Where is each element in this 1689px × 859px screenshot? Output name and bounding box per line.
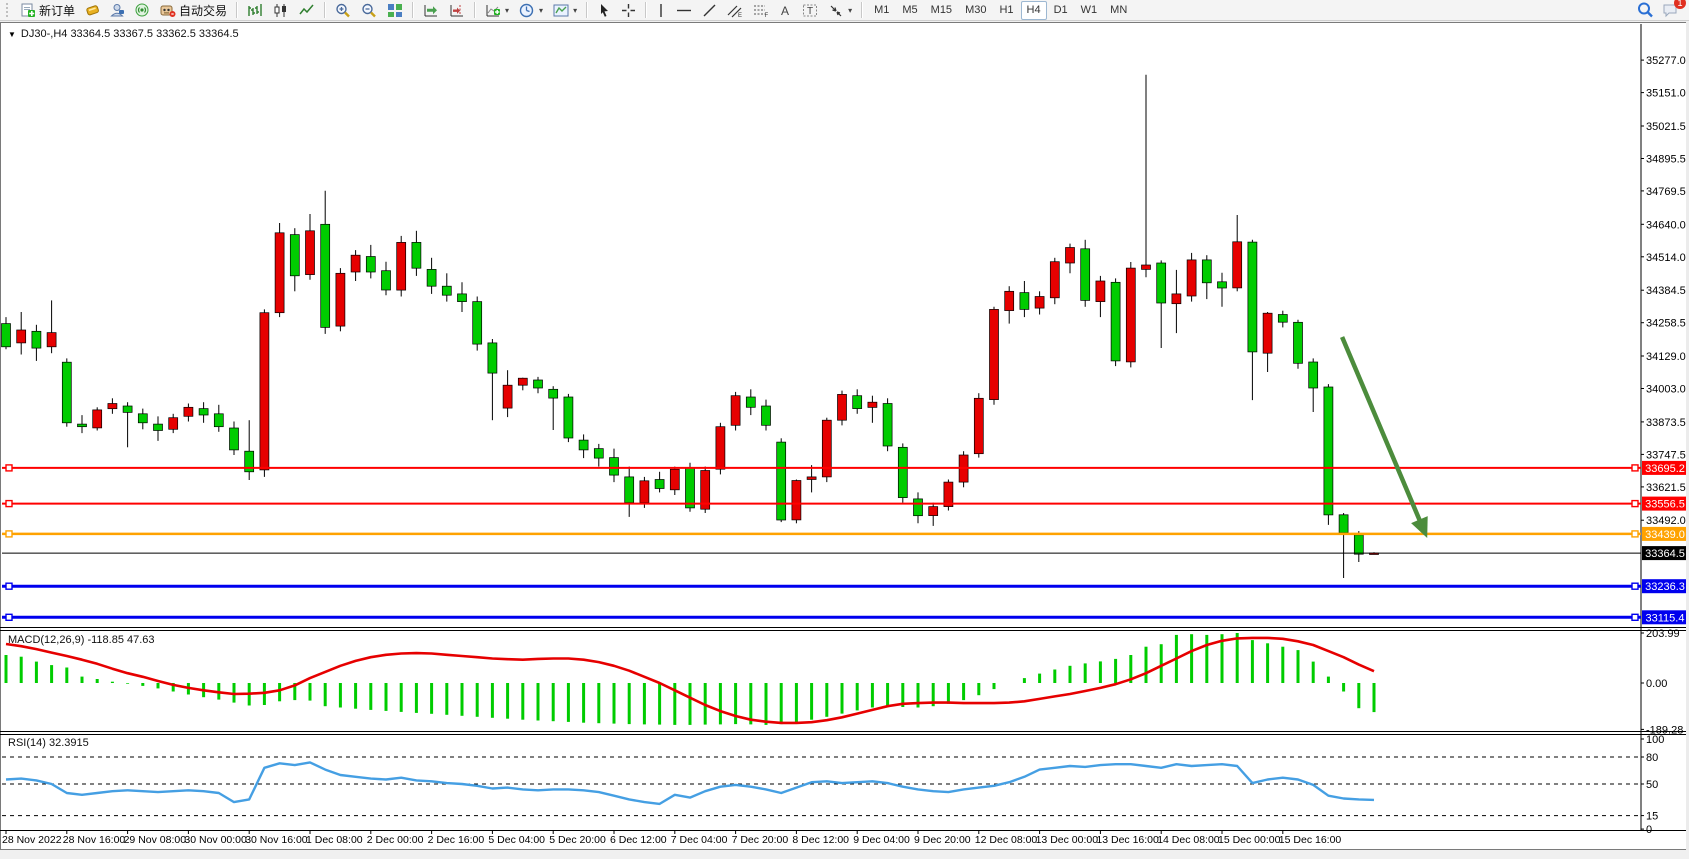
rsi-tick-label: 100 bbox=[1646, 734, 1664, 746]
hline-handle[interactable] bbox=[1632, 583, 1638, 589]
price-tick-label: 35277.0 bbox=[1646, 55, 1686, 67]
price-tick-label: 35151.0 bbox=[1646, 88, 1686, 100]
time-tick-label: 6 Dec 12:00 bbox=[610, 834, 667, 846]
hline-handle[interactable] bbox=[6, 583, 12, 589]
time-tick-label: 30 Nov 00:00 bbox=[184, 834, 247, 846]
time-tick-label: 12 Dec 08:00 bbox=[975, 834, 1038, 846]
candles-layer bbox=[2, 75, 1379, 578]
hline-handle[interactable] bbox=[1632, 501, 1638, 507]
time-tick-label: 5 Dec 04:00 bbox=[488, 834, 545, 846]
macd-tick-label: 203.99 bbox=[1646, 628, 1680, 640]
chart-title[interactable]: ▼ DJ30-,H4 33364.5 33367.5 33362.5 33364… bbox=[8, 28, 239, 40]
time-tick-label: 2 Dec 00:00 bbox=[367, 834, 424, 846]
time-tick-label: 29 Nov 08:00 bbox=[124, 834, 187, 846]
rsi-pane: 100 80 50 150 bbox=[2, 734, 1664, 836]
time-tick-label: 7 Dec 20:00 bbox=[732, 834, 789, 846]
rsi-tick-label: 15 bbox=[1646, 811, 1658, 823]
time-tick-label: 15 Dec 16:00 bbox=[1279, 834, 1342, 846]
hline-handle[interactable] bbox=[6, 614, 12, 620]
macd-tick-label: 0.00 bbox=[1646, 678, 1667, 690]
price-tick-label: 33492.0 bbox=[1646, 515, 1686, 527]
price-tick-label: 34003.0 bbox=[1646, 384, 1686, 396]
price-line-label: 33364.5 bbox=[1642, 546, 1688, 560]
hline-handle[interactable] bbox=[1632, 614, 1638, 620]
svg-text:33695.2: 33695.2 bbox=[1645, 463, 1685, 475]
time-tick-label: 30 Nov 16:00 bbox=[245, 834, 308, 846]
price-axis[interactable]: 35277.0 35151.0 35021.5 34895.5 34769.5 34640… bbox=[1641, 55, 1688, 624]
rsi-line bbox=[6, 762, 1374, 804]
chevron-down-icon: ▼ bbox=[8, 30, 16, 39]
hline-objects[interactable] bbox=[2, 465, 1641, 620]
hline-handle[interactable] bbox=[6, 501, 12, 507]
price-tick-label: 33621.5 bbox=[1646, 482, 1686, 494]
price-line-label: 33236.3 bbox=[1642, 579, 1688, 593]
price-line-label: 33556.5 bbox=[1642, 497, 1688, 511]
svg-text:33364.5: 33364.5 bbox=[1645, 548, 1685, 560]
time-tick-label: 28 Nov 16:00 bbox=[63, 834, 126, 846]
rsi-tick-label: 80 bbox=[1646, 752, 1658, 764]
price-line-label: 33695.2 bbox=[1642, 461, 1688, 475]
svg-text:33236.3: 33236.3 bbox=[1645, 581, 1685, 593]
time-tick-label: 14 Dec 08:00 bbox=[1157, 834, 1220, 846]
price-tick-label: 33873.5 bbox=[1646, 417, 1686, 429]
time-tick-label: 7 Dec 04:00 bbox=[671, 834, 728, 846]
time-tick-label: 8 Dec 12:00 bbox=[792, 834, 849, 846]
svg-text:33115.4: 33115.4 bbox=[1646, 612, 1685, 624]
rsi-tick-label: 50 bbox=[1646, 779, 1658, 791]
price-tick-label: 35021.5 bbox=[1646, 121, 1686, 133]
price-tick-label: 34258.5 bbox=[1646, 318, 1686, 330]
time-tick-label: 13 Dec 00:00 bbox=[1036, 834, 1099, 846]
price-tick-label: 34129.0 bbox=[1646, 351, 1686, 363]
hline-handle[interactable] bbox=[1632, 465, 1638, 471]
svg-text:33556.5: 33556.5 bbox=[1645, 499, 1685, 511]
hline-handle[interactable] bbox=[6, 531, 12, 537]
price-tick-label: 33747.5 bbox=[1646, 449, 1686, 461]
price-tick-label: 34640.0 bbox=[1646, 219, 1686, 231]
macd-indicator-label: MACD(12,26,9) -118.85 47.63 bbox=[8, 634, 155, 646]
svg-text:33439.0: 33439.0 bbox=[1645, 529, 1685, 541]
macd-pane: 203.990.00-189.28 bbox=[6, 628, 1683, 736]
trend-arrow-annotation[interactable] bbox=[1342, 337, 1428, 538]
chart-title-text: DJ30-,H4 33364.5 33367.5 33362.5 33364.5 bbox=[21, 28, 239, 40]
time-tick-label: 15 Dec 00:00 bbox=[1218, 834, 1281, 846]
time-tick-label: 28 Nov 2022 bbox=[2, 834, 62, 846]
time-axis[interactable]: 28 Nov 202228 Nov 16:0029 Nov 08:0030 No… bbox=[2, 830, 1341, 846]
price-tick-label: 34895.5 bbox=[1646, 154, 1686, 166]
rsi-indicator-label: RSI(14) 32.3915 bbox=[8, 737, 89, 749]
time-tick-label: 5 Dec 20:00 bbox=[549, 834, 606, 846]
time-tick-label: 2 Dec 16:00 bbox=[428, 834, 485, 846]
price-tick-label: 34514.0 bbox=[1646, 252, 1686, 264]
time-tick-label: 9 Dec 04:00 bbox=[853, 834, 910, 846]
time-tick-label: 1 Dec 08:00 bbox=[306, 834, 363, 846]
pane-splitter-macd[interactable] bbox=[0, 627, 1686, 631]
mt4-window: 新订单 自动交易 bbox=[0, 0, 1689, 859]
time-tick-label: 13 Dec 16:00 bbox=[1096, 834, 1159, 846]
rsi-tick-label: 0 bbox=[1646, 824, 1652, 836]
price-tick-label: 34384.5 bbox=[1646, 285, 1686, 297]
hline-handle[interactable] bbox=[6, 465, 12, 471]
chart-canvas[interactable]: 35277.0 35151.0 35021.5 34895.5 34769.5 34640… bbox=[0, 0, 1689, 859]
pane-splitter-rsi[interactable] bbox=[0, 731, 1686, 735]
price-line-label: 33439.0 bbox=[1642, 527, 1688, 541]
hline-handle[interactable] bbox=[1632, 531, 1638, 537]
price-line-label: 33115.4 bbox=[1642, 610, 1688, 624]
time-tick-label: 9 Dec 20:00 bbox=[914, 834, 971, 846]
price-tick-label: 34769.5 bbox=[1646, 186, 1686, 198]
